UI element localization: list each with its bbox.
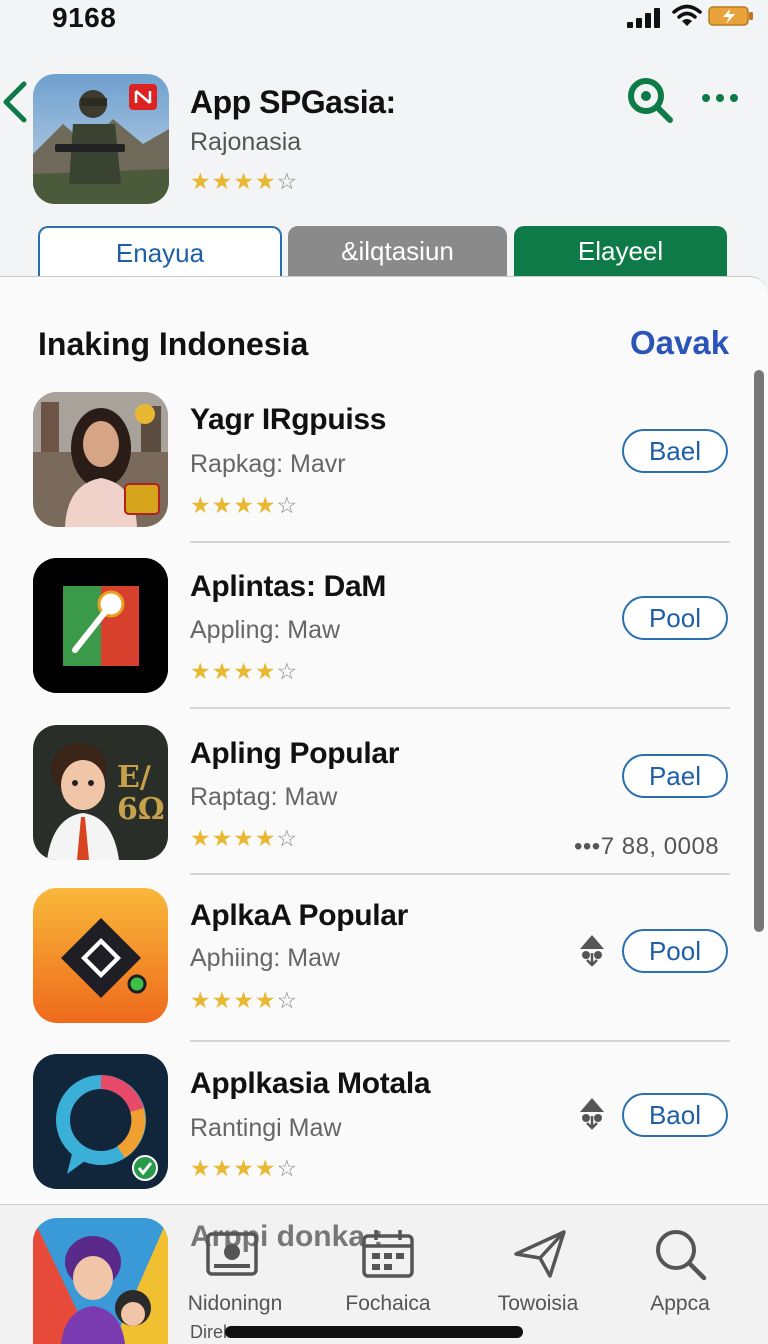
app-icon-portrait [33, 392, 168, 527]
app-subtitle: Raptag: Maw [190, 783, 338, 811]
status-bar: 9168 [0, 0, 768, 40]
app-subtitle: Aphiing: Maw [190, 944, 341, 972]
app-rating: ★★★★☆ [190, 825, 299, 851]
app-subtitle: Rajonasia [190, 128, 302, 156]
app-title[interactable]: Aplintas: DaM [190, 570, 386, 604]
app-subtitle: Appling: Maw [190, 616, 341, 644]
more-icon[interactable] [700, 88, 740, 108]
app-title: App SPGasia: [190, 84, 396, 120]
app-subtitle: Rantingi Maw [190, 1114, 342, 1142]
send-icon[interactable] [512, 1226, 568, 1282]
app-title[interactable]: Yagr IRgpuiss [190, 403, 386, 437]
tab-1[interactable]: Enayua [38, 226, 282, 278]
app-icon-map-pin [33, 558, 168, 693]
divider [190, 873, 730, 875]
app-icon-soldier [33, 74, 169, 204]
app-icon-character: E/ 6Ω [33, 725, 168, 860]
svg-text:E/: E/ [117, 760, 151, 795]
app-icon-cartoon [33, 1218, 168, 1344]
divider [190, 707, 730, 709]
app-rating: ★★★★☆ [190, 658, 299, 684]
tab-label-today[interactable]: Nidoningn [165, 1292, 305, 1316]
get-button[interactable]: Baol [622, 1093, 728, 1137]
header-rating: ★★★★☆ [190, 168, 299, 194]
tab-label-send[interactable]: Towoisia [468, 1292, 608, 1316]
see-all-link[interactable]: Oavak [630, 324, 729, 362]
app-icon-orange-diamond [33, 888, 168, 1023]
app-title[interactable]: Apling Popular [190, 737, 399, 771]
app-subtitle: Rapkag: Mavr [190, 450, 346, 478]
tab-3[interactable]: Elayeel [514, 226, 727, 278]
calendar-icon[interactable] [360, 1226, 416, 1282]
get-button[interactable]: Pael [622, 754, 728, 798]
wifi-icon [672, 4, 702, 26]
tab-2[interactable]: &ilqtasiun [288, 226, 507, 278]
scrollbar[interactable] [754, 370, 764, 932]
download-count: •••7 88, 0008 [574, 833, 720, 860]
search-icon[interactable] [626, 76, 674, 124]
today-icon[interactable] [204, 1226, 260, 1282]
get-button[interactable]: Bael [622, 429, 728, 473]
get-button[interactable]: Pool [622, 596, 728, 640]
signal-icon [627, 8, 660, 28]
battery-icon [708, 6, 753, 26]
home-indicator[interactable] [225, 1326, 523, 1338]
app-title[interactable]: Applkasia Motala [190, 1067, 431, 1101]
divider [190, 1040, 730, 1042]
cloud-download-icon[interactable] [576, 933, 608, 969]
status-time: 9168 [52, 2, 117, 33]
app-title[interactable]: AplkaA Popular [190, 899, 408, 933]
app-rating: ★★★★☆ [190, 492, 299, 518]
tab-label-calendar[interactable]: Fochaica [318, 1292, 458, 1316]
cloud-download-icon[interactable] [576, 1096, 608, 1132]
get-button[interactable]: Pool [622, 929, 728, 973]
divider [190, 541, 730, 543]
svg-text:6Ω: 6Ω [117, 792, 165, 827]
app-rating: ★★★★☆ [190, 1155, 299, 1181]
search-tab-icon[interactable] [652, 1226, 708, 1282]
tab-label-search[interactable]: Appca [610, 1292, 750, 1316]
section-title: Inaking Indonesia [38, 326, 309, 362]
app-icon-color-pin [33, 1054, 168, 1189]
app-rating: ★★★★☆ [190, 987, 299, 1013]
back-chevron-icon[interactable] [0, 80, 30, 124]
